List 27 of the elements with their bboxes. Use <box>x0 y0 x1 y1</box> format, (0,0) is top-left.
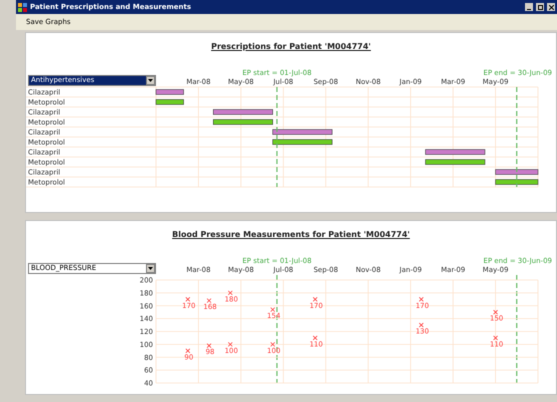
cross-marker <box>312 296 318 302</box>
cross-marker <box>228 342 233 347</box>
cross-marker <box>418 322 424 328</box>
cross-marker <box>312 336 318 340</box>
app-icon <box>18 2 27 12</box>
chart-title: Prescriptions for Patient 'M004774' <box>211 41 371 53</box>
cross-marker <box>185 296 190 302</box>
minimize-button[interactable] <box>525 3 533 11</box>
caret-icon <box>148 79 153 82</box>
cross-marker <box>206 298 212 303</box>
cross-marker <box>206 343 212 348</box>
cross-marker <box>270 342 276 347</box>
cross-marker <box>228 290 233 296</box>
cross-marker <box>270 307 276 312</box>
cross-marker <box>418 296 424 302</box>
maximize-button[interactable] <box>536 3 544 11</box>
cross-marker <box>185 348 190 354</box>
minimize-icon <box>527 9 531 10</box>
dropdown-button[interactable] <box>146 264 155 273</box>
close-button[interactable] <box>547 3 555 11</box>
close-icon <box>548 4 554 10</box>
maximize-icon <box>538 4 542 10</box>
cross-marker <box>493 310 498 315</box>
caret-icon <box>148 267 153 270</box>
chart-title: Blood Pressure Measurements for Patient 'M004774' <box>172 229 410 241</box>
dropdown-button[interactable] <box>146 76 155 85</box>
cross-marker <box>493 336 498 340</box>
